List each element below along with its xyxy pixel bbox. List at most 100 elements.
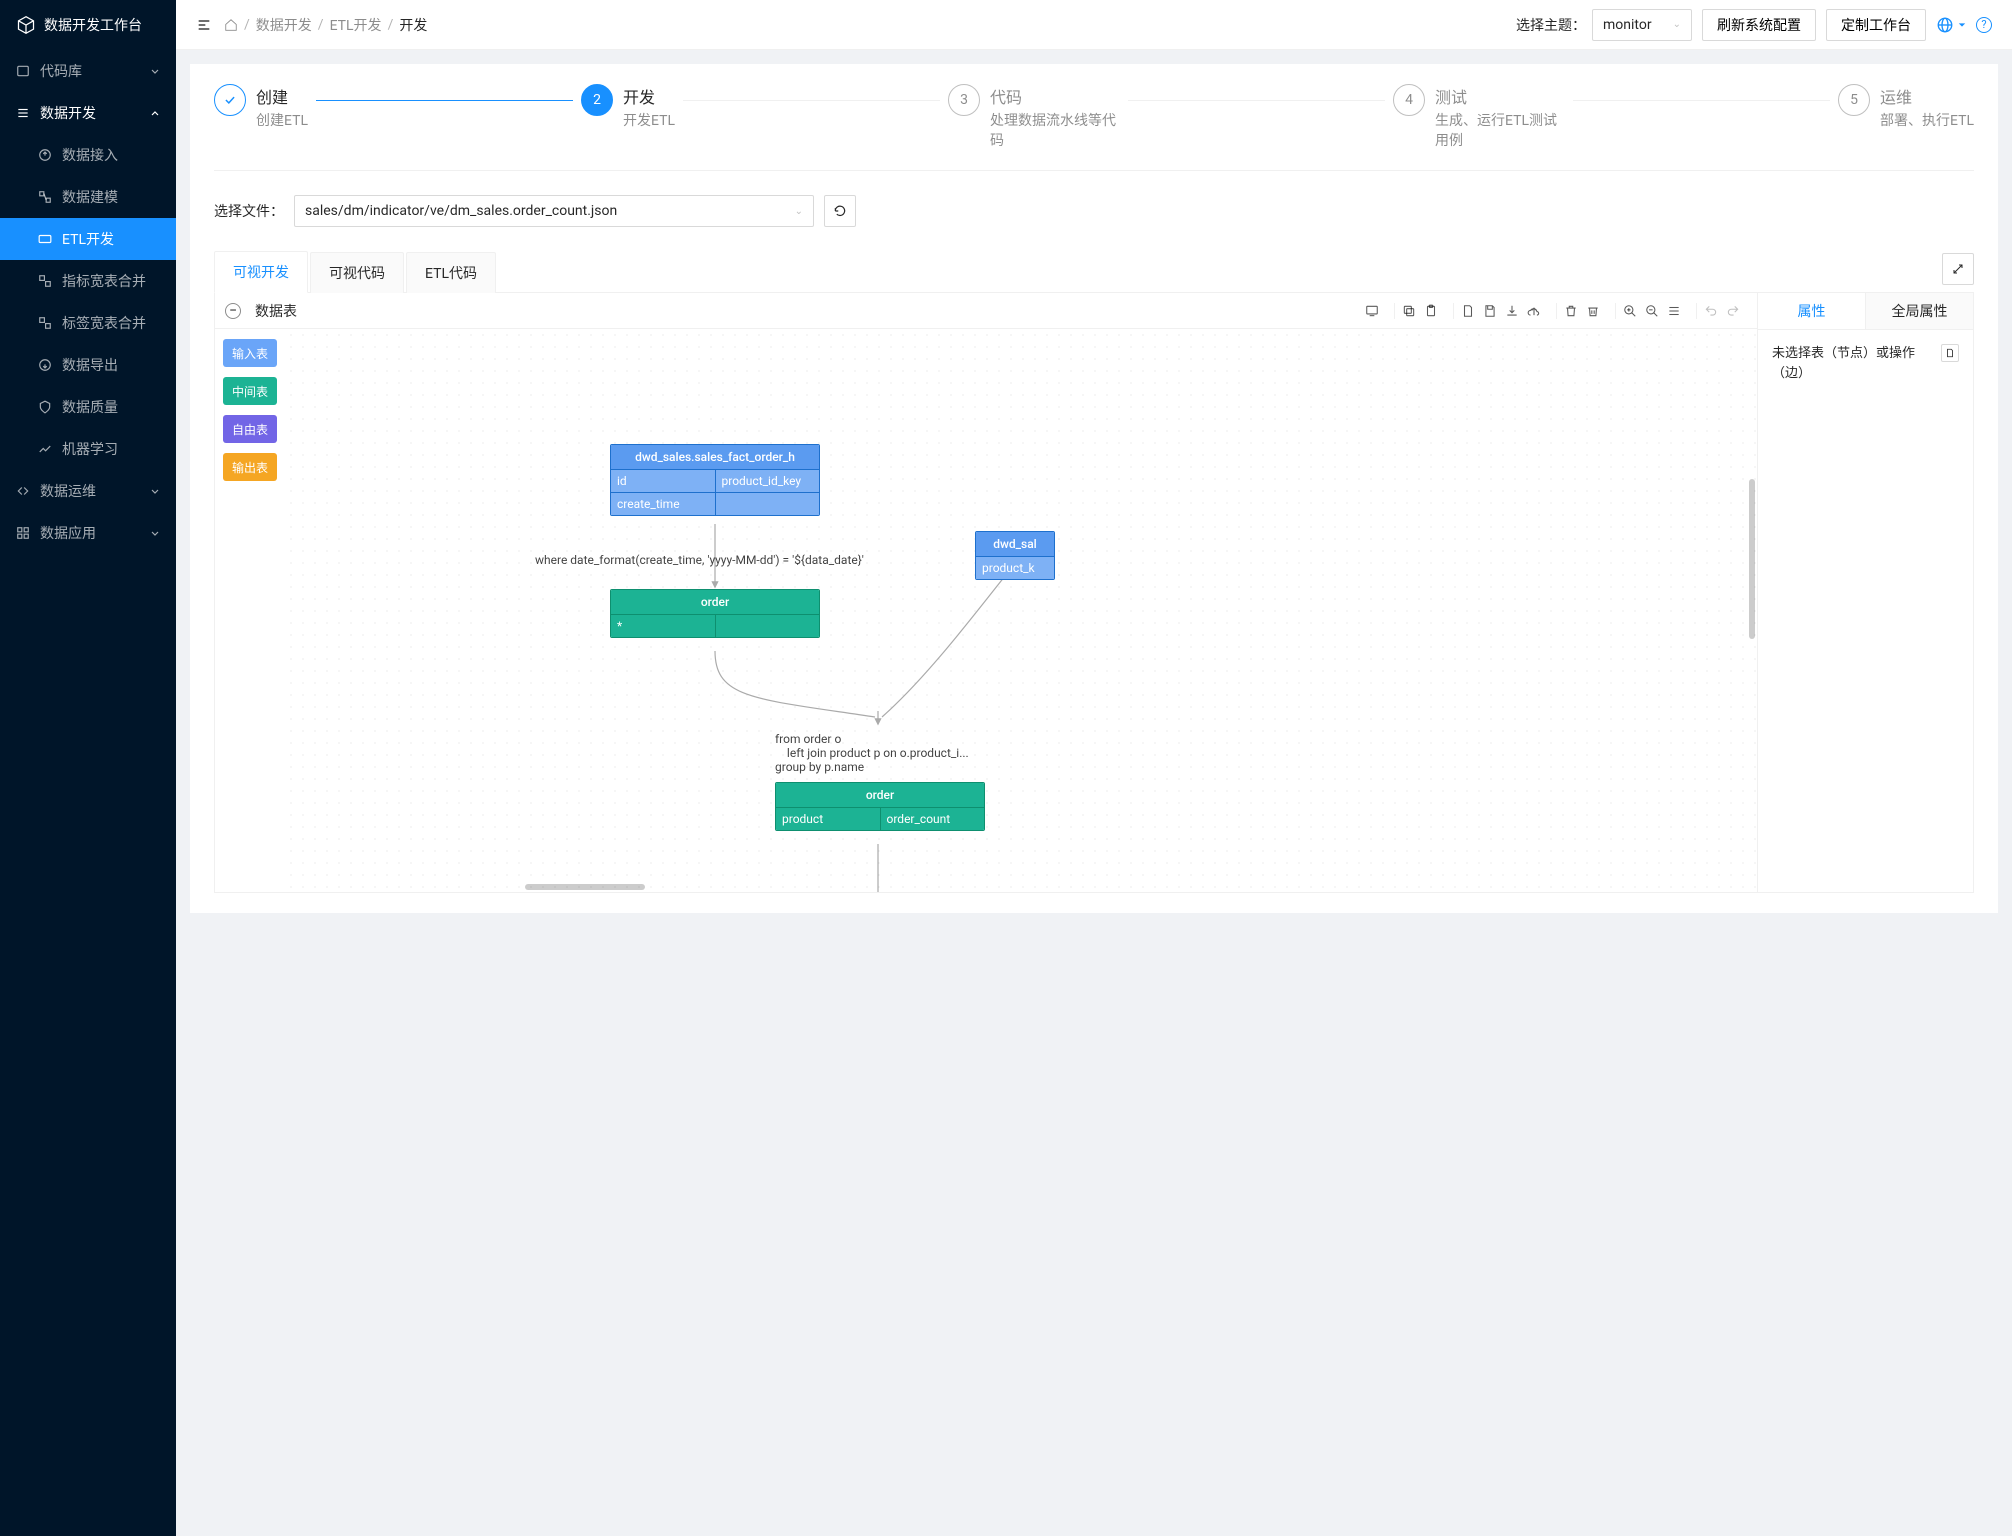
edge-label-2[interactable]: from order o left join product p on o.pr… [775, 732, 969, 774]
theme-select[interactable]: monitor ⌄ [1592, 9, 1692, 41]
doc-icon[interactable] [1941, 344, 1959, 362]
main: / 数据开发 / ETL开发 / 开发 选择主题： monitor ⌄ 刷新系统… [176, 0, 2012, 1536]
app-logo: 数据开发工作台 [0, 0, 176, 50]
tab-etl-code[interactable]: ETL代码 [406, 252, 496, 293]
theme-select-group: 选择主题： monitor ⌄ [1516, 9, 1692, 41]
export-icon [38, 358, 52, 372]
step-1[interactable]: 创建创建ETL [214, 84, 308, 130]
delete-icon[interactable] [1563, 303, 1579, 319]
palette-input-table[interactable]: 输入表 [223, 339, 277, 367]
reload-button[interactable] [824, 195, 856, 227]
paste-icon[interactable] [1423, 303, 1439, 319]
model-icon [38, 190, 52, 204]
edge-layer [285, 329, 1757, 892]
chevron-down-icon: ⌄ [795, 206, 803, 217]
menu-data-app[interactable]: 数据应用 [0, 512, 176, 554]
toolbar-title: 数据表 [255, 301, 297, 321]
palette-mid-table[interactable]: 中间表 [223, 377, 277, 405]
step-5[interactable]: 5 运维部署、执行ETL [1838, 84, 1974, 130]
app-icon [16, 526, 30, 540]
header: / 数据开发 / ETL开发 / 开发 选择主题： monitor ⌄ 刷新系统… [176, 0, 2012, 50]
node-mid-table-2[interactable]: order productorder_count [775, 782, 985, 831]
canvas[interactable]: dwd_sales.sales_fact_order_h idproduct_i… [285, 329, 1757, 892]
customize-workbench-button[interactable]: 定制工作台 [1826, 9, 1926, 41]
shield-icon [38, 400, 52, 414]
tag-merge-icon [38, 316, 52, 330]
language-switch[interactable] [1936, 16, 1966, 34]
menu-code-repo[interactable]: 代码库 [0, 50, 176, 92]
refresh-config-button[interactable]: 刷新系统配置 [1702, 9, 1816, 41]
crumb-3: 开发 [399, 15, 427, 35]
expand-icon [1952, 263, 1964, 275]
sidebar-toggle[interactable] [196, 17, 212, 33]
upload-icon[interactable] [1526, 303, 1542, 319]
menu-data-ops[interactable]: 数据运维 [0, 470, 176, 512]
globe-icon [1936, 16, 1954, 34]
theme-label: 选择主题： [1516, 15, 1586, 35]
file-icon[interactable] [1460, 303, 1476, 319]
tab-visual-dev[interactable]: 可视开发 [214, 251, 308, 293]
redo-icon[interactable] [1725, 303, 1741, 319]
file-row: 选择文件： sales/dm/indicator/ve/dm_sales.ord… [214, 195, 1974, 227]
menu-data-ingest[interactable]: 数据接入 [0, 134, 176, 176]
list-icon [16, 106, 30, 120]
properties-panel: 属性 全局属性 未选择表（节点）或操作（边） [1757, 293, 1973, 892]
menu-etl-dev[interactable]: ETL开发 [0, 218, 176, 260]
chevron-down-icon: ⌄ [1673, 19, 1681, 30]
preview-icon[interactable] [1364, 303, 1380, 319]
tab-visual-code[interactable]: 可视代码 [310, 252, 404, 293]
editor: − 数据表 [214, 293, 1974, 893]
menu-data-export[interactable]: 数据导出 [0, 344, 176, 386]
palette-collapse-button[interactable]: − [225, 303, 241, 319]
home-icon[interactable] [224, 18, 238, 32]
props-tab-attr[interactable]: 属性 [1758, 293, 1866, 329]
edge-label-1[interactable]: where date_format(create_time, 'yyyy-MM-… [535, 553, 864, 567]
node-input-table-2[interactable]: dwd_sal product_k [975, 531, 1055, 580]
props-empty-text: 未选择表（节点）或操作（边） [1772, 344, 1933, 383]
clear-icon[interactable] [1585, 303, 1601, 319]
undo-icon[interactable] [1703, 303, 1719, 319]
menu-data-quality[interactable]: 数据质量 [0, 386, 176, 428]
scrollbar-horizontal[interactable] [525, 884, 645, 890]
download-icon[interactable] [1504, 303, 1520, 319]
check-icon [214, 84, 246, 116]
crumb-1[interactable]: 数据开发 [256, 15, 312, 35]
code-icon [16, 64, 30, 78]
chevron-down-icon [150, 66, 160, 76]
fullscreen-button[interactable] [1942, 253, 1974, 285]
copy-icon[interactable] [1401, 303, 1417, 319]
caret-down-icon [1958, 21, 1966, 29]
breadcrumb: / 数据开发 / ETL开发 / 开发 [224, 15, 427, 35]
fit-icon[interactable] [1666, 303, 1682, 319]
chevron-down-icon [150, 528, 160, 538]
steps: 创建创建ETL 2 开发开发ETL 3 代码处理数据流水线等代码 4 [214, 84, 1974, 171]
logo-icon [16, 15, 36, 35]
sidebar: 数据开发工作台 代码库 数据开发 数据接入 数据建模 ETL开发 指标宽表合并 … [0, 0, 176, 1536]
step-2[interactable]: 2 开发开发ETL [581, 84, 675, 130]
crumb-2[interactable]: ETL开发 [330, 15, 382, 35]
palette-output-table[interactable]: 输出表 [223, 453, 277, 481]
help-icon[interactable]: ? [1976, 17, 1992, 33]
menu-data-dev[interactable]: 数据开发 [0, 92, 176, 134]
file-select[interactable]: sales/dm/indicator/ve/dm_sales.order_cou… [294, 195, 814, 227]
ops-icon [16, 484, 30, 498]
app-title: 数据开发工作台 [44, 15, 142, 35]
node-input-table-1[interactable]: dwd_sales.sales_fact_order_h idproduct_i… [610, 444, 820, 516]
props-tab-global[interactable]: 全局属性 [1866, 293, 1973, 329]
scrollbar-vertical[interactable] [1749, 479, 1755, 639]
ml-icon [38, 442, 52, 456]
chevron-down-icon [150, 486, 160, 496]
menu-tag-merge[interactable]: 标签宽表合并 [0, 302, 176, 344]
palette-free-table[interactable]: 自由表 [223, 415, 277, 443]
menu-indicator-merge[interactable]: 指标宽表合并 [0, 260, 176, 302]
save-icon[interactable] [1482, 303, 1498, 319]
menu-data-model[interactable]: 数据建模 [0, 176, 176, 218]
etl-icon [38, 232, 52, 246]
node-mid-table-1[interactable]: order * [610, 589, 820, 638]
step-4[interactable]: 4 测试生成、运行ETL测试用例 [1393, 84, 1565, 150]
zoom-in-icon[interactable] [1622, 303, 1638, 319]
step-3[interactable]: 3 代码处理数据流水线等代码 [948, 84, 1120, 150]
merge-icon [38, 274, 52, 288]
menu-machine-learning[interactable]: 机器学习 [0, 428, 176, 470]
zoom-out-icon[interactable] [1644, 303, 1660, 319]
